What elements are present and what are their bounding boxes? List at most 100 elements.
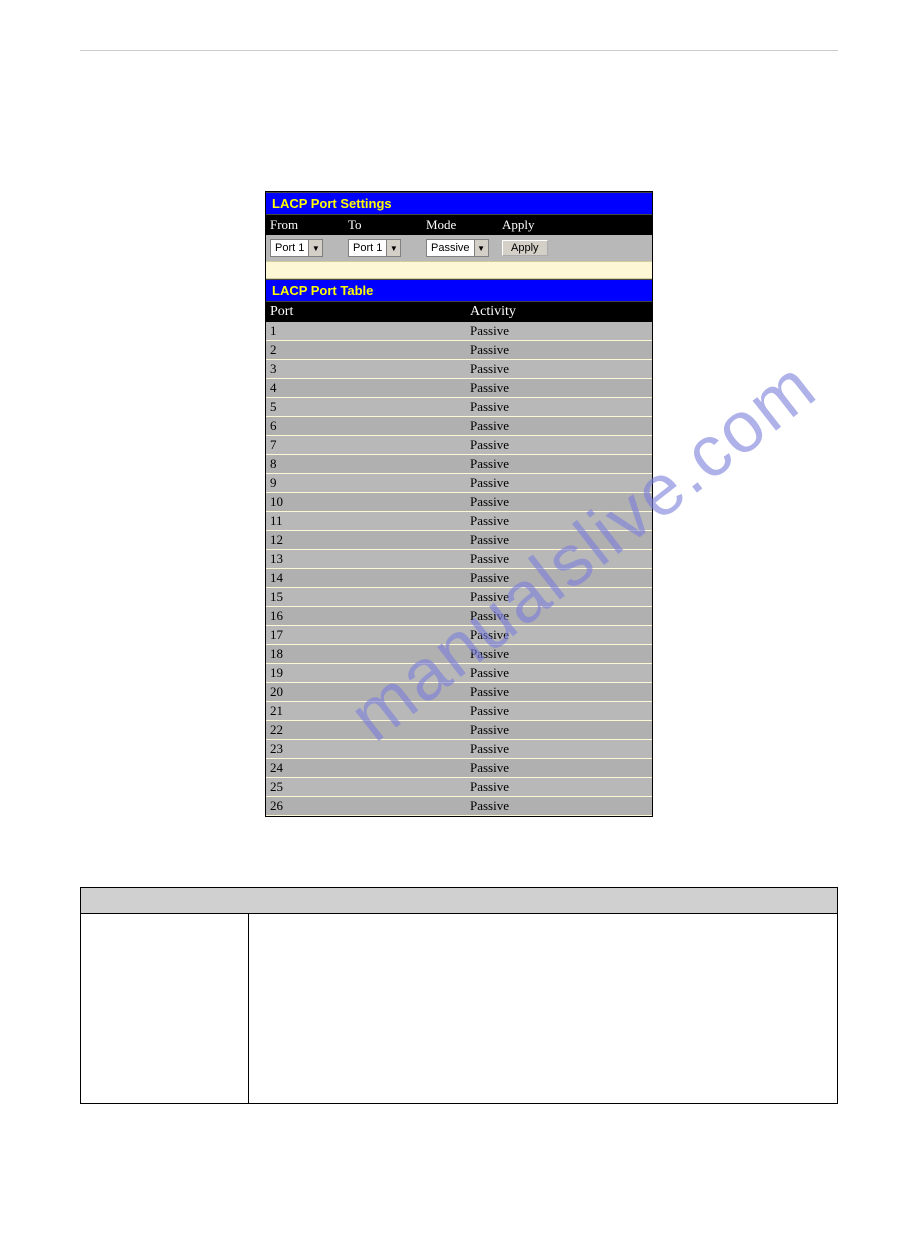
table-row: 14Passive — [266, 569, 652, 588]
cell-activity: Passive — [466, 494, 652, 510]
table-row: 13Passive — [266, 550, 652, 569]
table-row: 1Passive — [266, 322, 652, 341]
table-row: 23Passive — [266, 740, 652, 759]
cell-port: 18 — [266, 646, 466, 662]
table-row: 26Passive — [266, 797, 652, 816]
cell-port: 5 — [266, 399, 466, 415]
cell-port: 9 — [266, 475, 466, 491]
cell-activity: Passive — [466, 437, 652, 453]
cell-activity: Passive — [466, 380, 652, 396]
col-header-mode: Mode — [422, 215, 498, 235]
cell-port: 21 — [266, 703, 466, 719]
description-table-header — [81, 888, 838, 914]
cell-port: 4 — [266, 380, 466, 396]
cell-activity: Passive — [466, 627, 652, 643]
cell-port: 13 — [266, 551, 466, 567]
table-row: 2Passive — [266, 341, 652, 360]
cell-activity: Passive — [466, 342, 652, 358]
chevron-down-icon: ▼ — [308, 240, 322, 256]
cell-activity: Passive — [466, 684, 652, 700]
table-title: LACP Port Table — [266, 279, 652, 302]
cell-port: 6 — [266, 418, 466, 434]
table-row: 20Passive — [266, 683, 652, 702]
cell-activity: Passive — [466, 741, 652, 757]
lacp-panel: LACP Port Settings From To Mode Apply Po… — [265, 191, 653, 817]
cell-port: 15 — [266, 589, 466, 605]
cell-port: 19 — [266, 665, 466, 681]
cell-activity: Passive — [466, 722, 652, 738]
cell-activity: Passive — [466, 551, 652, 567]
table-row: 8Passive — [266, 455, 652, 474]
table-row: 25Passive — [266, 778, 652, 797]
from-port-select[interactable]: Port 1 ▼ — [270, 239, 323, 257]
cell-activity: Passive — [466, 665, 652, 681]
cell-port: 7 — [266, 437, 466, 453]
table-row: 18Passive — [266, 645, 652, 664]
table-row: 9Passive — [266, 474, 652, 493]
mode-select[interactable]: Passive ▼ — [426, 239, 489, 257]
port-table-header: Port Activity — [266, 302, 652, 322]
cell-port: 3 — [266, 361, 466, 377]
settings-controls-row: Port 1 ▼ Port 1 ▼ Passive ▼ Apply — [266, 235, 652, 261]
table-row: 16Passive — [266, 607, 652, 626]
table-row: 3Passive — [266, 360, 652, 379]
th-activity: Activity — [466, 302, 652, 322]
cell-port: 26 — [266, 798, 466, 814]
cell-activity: Passive — [466, 532, 652, 548]
description-cell-right — [249, 914, 838, 1104]
cell-port: 20 — [266, 684, 466, 700]
table-row: 12Passive — [266, 531, 652, 550]
table-row: 17Passive — [266, 626, 652, 645]
table-row: 11Passive — [266, 512, 652, 531]
cell-activity: Passive — [466, 570, 652, 586]
table-row: 15Passive — [266, 588, 652, 607]
cell-port: 10 — [266, 494, 466, 510]
cell-port: 12 — [266, 532, 466, 548]
cell-activity: Passive — [466, 418, 652, 434]
cell-port: 1 — [266, 323, 466, 339]
description-table — [80, 887, 838, 1104]
chevron-down-icon: ▼ — [386, 240, 400, 256]
cell-port: 2 — [266, 342, 466, 358]
col-header-from: From — [266, 215, 344, 235]
cell-activity: Passive — [466, 513, 652, 529]
apply-button[interactable]: Apply — [502, 240, 548, 256]
table-row: 4Passive — [266, 379, 652, 398]
port-table-body: 1Passive2Passive3Passive4Passive5Passive… — [266, 322, 652, 816]
th-port: Port — [266, 302, 466, 322]
table-row: 21Passive — [266, 702, 652, 721]
cell-activity: Passive — [466, 798, 652, 814]
cell-activity: Passive — [466, 399, 652, 415]
table-row: 6Passive — [266, 417, 652, 436]
table-row: 22Passive — [266, 721, 652, 740]
cell-activity: Passive — [466, 703, 652, 719]
cell-activity: Passive — [466, 323, 652, 339]
cell-port: 11 — [266, 513, 466, 529]
settings-title: LACP Port Settings — [266, 192, 652, 215]
cell-activity: Passive — [466, 608, 652, 624]
cell-activity: Passive — [466, 456, 652, 472]
cell-activity: Passive — [466, 760, 652, 776]
cell-activity: Passive — [466, 646, 652, 662]
cell-port: 16 — [266, 608, 466, 624]
cell-activity: Passive — [466, 589, 652, 605]
chevron-down-icon: ▼ — [474, 240, 488, 256]
col-header-to: To — [344, 215, 422, 235]
from-port-value: Port 1 — [271, 242, 308, 254]
to-port-select[interactable]: Port 1 ▼ — [348, 239, 401, 257]
section-spacer — [266, 261, 652, 279]
table-row: 19Passive — [266, 664, 652, 683]
table-row: 24Passive — [266, 759, 652, 778]
settings-column-header: From To Mode Apply — [266, 215, 652, 235]
cell-port: 17 — [266, 627, 466, 643]
col-header-apply: Apply — [498, 215, 652, 235]
table-row: 5Passive — [266, 398, 652, 417]
cell-port: 23 — [266, 741, 466, 757]
cell-activity: Passive — [466, 779, 652, 795]
page-divider — [80, 50, 838, 51]
description-cell-left — [81, 914, 249, 1104]
mode-value: Passive — [427, 242, 474, 254]
cell-activity: Passive — [466, 361, 652, 377]
to-port-value: Port 1 — [349, 242, 386, 254]
table-row: 10Passive — [266, 493, 652, 512]
